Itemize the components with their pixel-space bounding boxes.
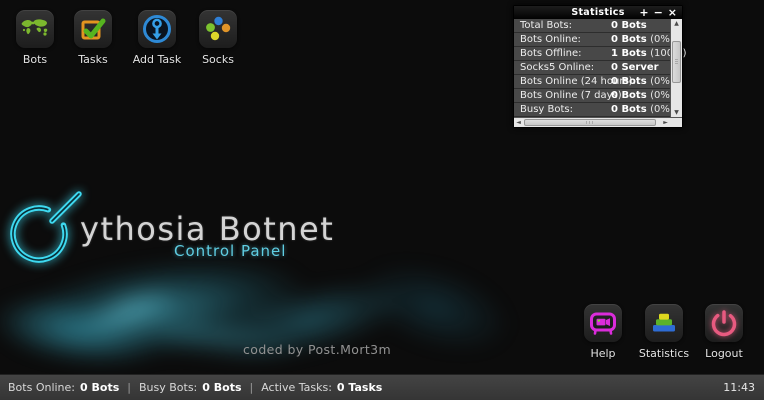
arrow-down-key-icon xyxy=(138,10,176,48)
scroll-right-icon[interactable]: ► xyxy=(661,118,670,127)
stat-label: Socks5 Online: xyxy=(520,61,594,74)
socks-label: Socks xyxy=(202,53,234,66)
statistics-panel-titlebar[interactable]: Statistics + − × xyxy=(514,6,682,19)
stat-row-bots-offline: Bots Offline: 1 Bots (100%) xyxy=(514,47,670,61)
stat-value: 0 Bots (0%) xyxy=(611,89,674,102)
statistics-label: Statistics xyxy=(639,347,689,360)
scroll-left-icon[interactable]: ◄ xyxy=(514,118,523,127)
status-active-tasks-value: 0 Tasks xyxy=(337,381,382,394)
logo-subtitle: Control Panel xyxy=(174,242,286,260)
tasks-label: Tasks xyxy=(78,53,107,66)
smoke-effect xyxy=(0,240,600,380)
power-c-logo-icon xyxy=(8,190,88,268)
scroll-up-icon[interactable]: ▲ xyxy=(671,19,682,28)
add-task-label: Add Task xyxy=(133,53,182,66)
stat-row-busy-bots: Busy Bots: 0 Bots (0%) xyxy=(514,103,670,117)
power-icon xyxy=(705,304,743,342)
stat-label: Bots Online (7 days): xyxy=(520,89,625,102)
stat-value: 0 Server xyxy=(611,61,659,74)
stat-value: 0 Bots (0%) xyxy=(611,75,674,88)
stat-row-total-bots: Total Bots: 0 Bots xyxy=(514,19,670,33)
logout-label: Logout xyxy=(705,347,743,360)
status-bots-online-value: 0 Bots xyxy=(80,381,119,394)
chat-tv-icon xyxy=(584,304,622,342)
status-bots-online-label: Bots Online: xyxy=(8,381,75,394)
status-busy-bots-label: Busy Bots: xyxy=(139,381,197,394)
socks-button[interactable]: Socks xyxy=(188,10,248,66)
add-task-button[interactable]: Add Task xyxy=(127,10,187,66)
statistics-panel: Statistics + − × Total Bots: 0 Bots Bots… xyxy=(513,5,683,128)
stat-label: Bots Offline: xyxy=(520,47,581,60)
stat-row-bots-online: Bots Online: 0 Bots (0%) xyxy=(514,33,670,47)
status-separator: | xyxy=(250,381,254,394)
stat-row-bots-online-24h: Bots Online (24 hours): 0 Bots (0%) xyxy=(514,75,670,89)
statistics-list: Total Bots: 0 Bots Bots Online: 0 Bots (… xyxy=(514,19,682,117)
stat-label: Busy Bots: xyxy=(520,103,573,116)
horizontal-scrollbar[interactable]: ◄ ► xyxy=(514,117,682,127)
bots-button[interactable]: Bots xyxy=(5,10,65,66)
help-button[interactable]: Help xyxy=(573,304,633,360)
status-busy-bots-value: 0 Bots xyxy=(202,381,241,394)
stat-value: 0 Bots xyxy=(611,19,647,32)
logout-button[interactable]: Logout xyxy=(694,304,754,360)
stat-label: Bots Online: xyxy=(520,33,581,46)
scroll-down-icon[interactable]: ▼ xyxy=(671,108,682,117)
stat-row-bots-online-7d: Bots Online (7 days): 0 Bots (0%) xyxy=(514,89,670,103)
stat-value: 0 Bots (0%) xyxy=(611,103,674,116)
tasks-button[interactable]: Tasks xyxy=(63,10,123,66)
horizontal-scrollbar-thumb[interactable] xyxy=(524,119,656,126)
stat-label: Total Bots: xyxy=(520,19,572,32)
help-label: Help xyxy=(590,347,615,360)
desktop: Bots Tasks Add Task xyxy=(0,0,764,400)
world-map-icon xyxy=(16,10,54,48)
stat-value: 0 Bots (0%) xyxy=(611,33,674,46)
bots-label: Bots xyxy=(23,53,47,66)
colored-dots-icon xyxy=(199,10,237,48)
panel-minimize-button[interactable]: − xyxy=(654,7,663,18)
status-bar: Bots Online: 0 Bots | Busy Bots: 0 Bots … xyxy=(0,374,764,400)
status-bar-stats: Bots Online: 0 Bots | Busy Bots: 0 Bots … xyxy=(8,381,382,394)
clock: 11:43 xyxy=(723,381,755,394)
panel-close-button[interactable]: × xyxy=(668,7,677,18)
statistics-panel-title: Statistics xyxy=(571,7,624,18)
vertical-scrollbar[interactable]: ▲ ▼ xyxy=(670,19,682,117)
credit-text: coded by Post.Mort3m xyxy=(243,342,391,357)
statistics-button[interactable]: Statistics xyxy=(634,304,694,360)
stacked-layers-icon xyxy=(645,304,683,342)
stat-row-socks5-online: Socks5 Online: 0 Server xyxy=(514,61,670,75)
status-separator: | xyxy=(127,381,131,394)
panel-add-button[interactable]: + xyxy=(639,7,648,18)
vertical-scrollbar-thumb[interactable] xyxy=(672,41,681,83)
checkbox-icon xyxy=(74,10,112,48)
status-active-tasks-label: Active Tasks: xyxy=(261,381,332,394)
